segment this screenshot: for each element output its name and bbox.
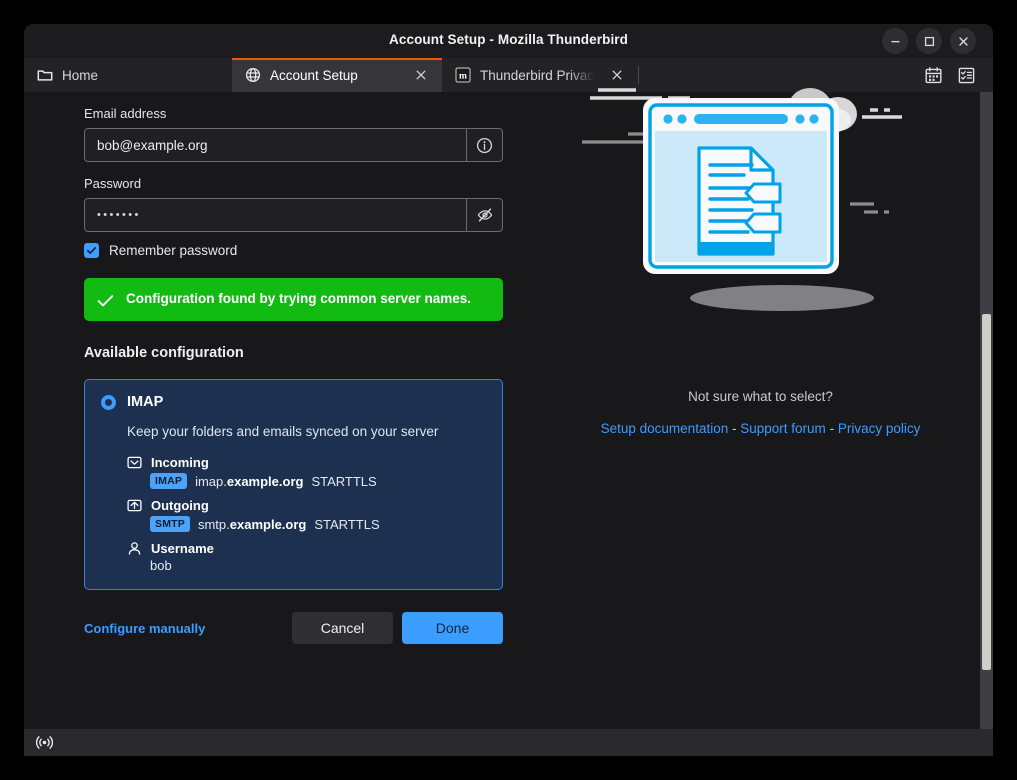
decorative-dashes [590,90,690,98]
calendar-icon[interactable] [924,66,943,85]
tab-home[interactable]: Home [24,58,232,92]
configuration-option-imap[interactable]: IMAP Keep your folders and emails synced… [84,379,503,590]
maximize-button[interactable] [916,28,942,54]
password-reveal-button[interactable] [466,198,502,232]
outgoing-host-domain: example.org [230,517,307,532]
thunderbird-m-icon: m [455,67,471,83]
form-gap [84,162,554,176]
outbox-icon [127,498,142,513]
tab-home-label: Home [62,68,98,83]
outgoing-label: Outgoing [151,498,209,513]
minimize-icon [890,36,901,47]
tab-thunderbird-privacy-notice-label: Thunderbird Privacy N [480,68,599,83]
close-button[interactable] [950,28,976,54]
folder-icon [37,67,53,83]
username-value: bob [150,558,486,573]
close-icon [415,69,427,81]
configuration-found-banner: Configuration found by trying common ser… [84,278,503,321]
link-separator: - [732,421,737,436]
content-area: Email address bob@example.org Password •… [24,92,993,729]
action-row: Configure manually Cancel Done [84,612,503,644]
outgoing-security: STARTTLS [314,517,379,532]
maximize-icon [924,36,935,47]
vertical-scrollbar[interactable] [980,92,993,729]
eye-slash-icon [476,206,494,224]
person-icon [127,541,142,556]
email-info-button[interactable] [466,128,502,162]
banner-message: Configuration found by trying common ser… [126,289,471,308]
browser-document-illustration [582,84,982,324]
password-input[interactable]: ••••••• [84,198,503,232]
incoming-host: imap.example.org [195,474,303,489]
window-title: Account Setup - Mozilla Thunderbird [24,32,993,47]
tab-account-setup[interactable]: Account Setup [232,58,442,92]
not-sure-hint: Not sure what to select? [554,389,967,404]
outgoing-server-row: Outgoing SMTP smtp.example.org STARTTLS [127,498,486,532]
svg-text:m: m [459,72,467,82]
help-links-row: Setup documentation - Support forum - Pr… [554,421,967,436]
username-row: Username bob [127,541,486,573]
title-bar: Account Setup - Mozilla Thunderbird [24,24,993,58]
globe-icon [245,67,261,83]
email-input[interactable]: bob@example.org [84,128,503,162]
configure-manually-link[interactable]: Configure manually [84,621,205,636]
info-pane: Not sure what to select? Setup documenta… [554,92,993,729]
incoming-detail: IMAP imap.example.org STARTTLS [150,473,486,489]
tab-thunderbird-privacy-notice-close-button[interactable] [608,67,625,84]
remember-password-row[interactable]: Remember password [84,243,554,258]
outgoing-header: Outgoing [127,498,486,513]
close-icon [958,36,969,47]
incoming-label: Incoming [151,455,209,470]
incoming-host-prefix: imap. [195,474,227,489]
broadcast-icon[interactable] [36,734,53,751]
cancel-button[interactable]: Cancel [292,612,393,644]
setup-documentation-link[interactable]: Setup documentation [601,421,729,436]
scrollbar-thumb[interactable] [982,314,991,670]
tasks-icon[interactable] [957,66,976,85]
tab-account-setup-close-button[interactable] [412,67,429,84]
info-icon [476,137,493,154]
tab-account-setup-label: Account Setup [270,68,358,83]
support-forum-link[interactable]: Support forum [740,421,826,436]
outgoing-protocol-badge: SMTP [150,516,190,532]
check-icon [86,245,97,256]
incoming-security: STARTTLS [311,474,376,489]
shadow-ellipse [690,285,874,311]
done-button[interactable]: Done [402,612,503,644]
email-value: bob@example.org [85,138,208,153]
imap-description: Keep your folders and emails synced on y… [127,417,457,446]
username-label: Username [151,541,214,556]
privacy-policy-link[interactable]: Privacy policy [838,421,921,436]
remember-password-label: Remember password [109,243,237,258]
setup-form-pane: Email address bob@example.org Password •… [24,92,554,729]
minimize-button[interactable] [882,28,908,54]
link-separator: - [830,421,835,436]
incoming-header: Incoming [127,455,486,470]
inbox-icon [127,455,142,470]
password-label: Password [84,176,554,191]
status-bar [24,729,993,756]
incoming-server-row: Incoming IMAP imap.example.org STARTTLS [127,455,486,489]
username-header: Username [127,541,486,556]
check-icon [97,294,114,308]
outgoing-host: smtp.example.org [198,517,306,532]
incoming-protocol-badge: IMAP [150,473,187,489]
thunderbird-window: Account Setup - Mozilla Thunderbird Home [24,24,993,756]
incoming-host-domain: example.org [227,474,304,489]
imap-radio-button[interactable] [101,395,116,410]
outgoing-host-prefix: smtp. [198,517,230,532]
remember-password-checkbox[interactable] [84,243,99,258]
close-icon [611,69,623,81]
imap-title: IMAP [127,394,163,410]
password-value: ••••••• [85,209,141,221]
outgoing-detail: SMTP smtp.example.org STARTTLS [150,516,486,532]
email-label: Email address [84,106,554,121]
available-configuration-heading: Available configuration [84,345,554,361]
configuration-option-header: IMAP [101,394,486,410]
